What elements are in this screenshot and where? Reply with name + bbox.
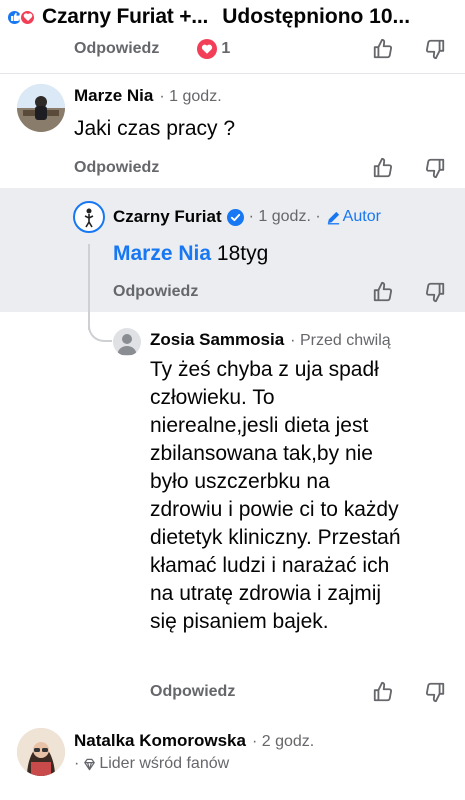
commenter-name[interactable]: Czarny Furiat <box>113 207 222 227</box>
avatar-natalka[interactable] <box>17 728 65 776</box>
reply-header-zosia: Zosia Sammosia · Przed chwilą <box>150 330 391 350</box>
comment-header-natalka: Natalka Komorowska · 2 godz. <box>74 731 314 751</box>
author-label: Autor <box>342 208 381 225</box>
reply-text-content: 18tyg <box>216 242 269 265</box>
avatar-zosia[interactable] <box>113 328 141 356</box>
text-line: nierealne,jesli dieta jest <box>150 414 369 437</box>
like-icon[interactable] <box>371 280 395 304</box>
post-author-title[interactable]: Czarny Furiat +... <box>42 5 208 29</box>
divider <box>0 73 465 74</box>
reply-text: Marze Nia 18tyg <box>113 240 268 268</box>
avatar-czarny-furiat[interactable] <box>73 201 105 233</box>
shared-info: Udostępniono 10... <box>222 5 411 28</box>
comment-time[interactable]: · 1 godz. <box>159 88 221 106</box>
text-line: zbilansowana tak,by nie <box>150 442 373 465</box>
reaction-icons <box>6 8 36 26</box>
verified-icon <box>226 208 244 226</box>
comment-time[interactable]: · 2 godz. <box>252 733 314 751</box>
text-line: się pisaniem bajek. <box>150 610 329 633</box>
text-line: Ty żeś chyba z uja spadł <box>150 358 379 381</box>
author-badge: Autor <box>326 208 381 226</box>
commenter-name[interactable]: Zosia Sammosia <box>150 330 284 350</box>
dislike-icon[interactable] <box>423 37 447 61</box>
diamond-icon <box>84 758 96 770</box>
text-line: na utratę zdrowia i zajmij <box>150 582 382 605</box>
text-line: kłamać ludzi i narażać ich <box>150 554 390 577</box>
commenter-name[interactable]: Natalka Komorowska <box>74 731 246 751</box>
dislike-icon[interactable] <box>423 680 447 704</box>
reply-action-row: Odpowiedz <box>150 678 235 706</box>
text-line: było uszczerbku na <box>150 470 330 493</box>
comment-text: Jaki czas pracy ? <box>74 117 236 140</box>
commenter-name[interactable]: Marze Nia <box>74 86 153 106</box>
avatar-marze-nia[interactable] <box>17 84 65 132</box>
reaction-count[interactable]: 1 <box>197 39 230 59</box>
dislike-icon[interactable] <box>423 156 447 180</box>
reply-text: Ty żeś chyba z uja spadł człowieku. To n… <box>150 356 455 636</box>
love-reaction-icon <box>19 8 36 26</box>
heart-icon <box>197 39 218 59</box>
thread-connector <box>88 318 112 342</box>
pencil-icon <box>327 211 339 224</box>
like-icon[interactable] <box>371 156 395 180</box>
like-icon[interactable] <box>371 37 395 61</box>
comment-time[interactable]: · 1 godz. · <box>249 208 321 226</box>
badge-label: Lider wśród fanów <box>99 755 230 772</box>
text-line: człowieku. To <box>150 386 275 409</box>
text-line: dietetyk kliniczny. Przestań <box>150 526 401 549</box>
top-action-row: Odpowiedz 1 <box>74 35 230 63</box>
like-icon[interactable] <box>371 680 395 704</box>
reply-button[interactable]: Odpowiedz <box>74 40 159 58</box>
comment-time[interactable]: · Przed chwilą <box>290 332 390 350</box>
badge-separator: · <box>74 755 80 772</box>
comment-header-marze: Marze Nia · 1 godz. <box>74 86 222 106</box>
reply-action-row: Odpowiedz <box>113 278 198 306</box>
reaction-count-value: 1 <box>221 40 231 57</box>
reply-button[interactable]: Odpowiedz <box>113 283 198 301</box>
reply-header-czarny: Czarny Furiat · 1 godz. · Autor <box>113 207 381 227</box>
mention-link[interactable]: Marze Nia <box>113 242 211 265</box>
reply-button[interactable]: Odpowiedz <box>150 683 235 701</box>
text-line: zdrowiu i powie ci to każdy <box>150 498 399 521</box>
post-header[interactable]: Czarny Furiat +... Udostępniono 10... <box>0 0 465 34</box>
reply-button[interactable]: Odpowiedz <box>74 159 159 177</box>
fan-badge[interactable]: · Lider wśród fanów <box>74 755 229 773</box>
dislike-icon[interactable] <box>423 280 447 304</box>
comment-action-row: Odpowiedz <box>74 154 159 182</box>
